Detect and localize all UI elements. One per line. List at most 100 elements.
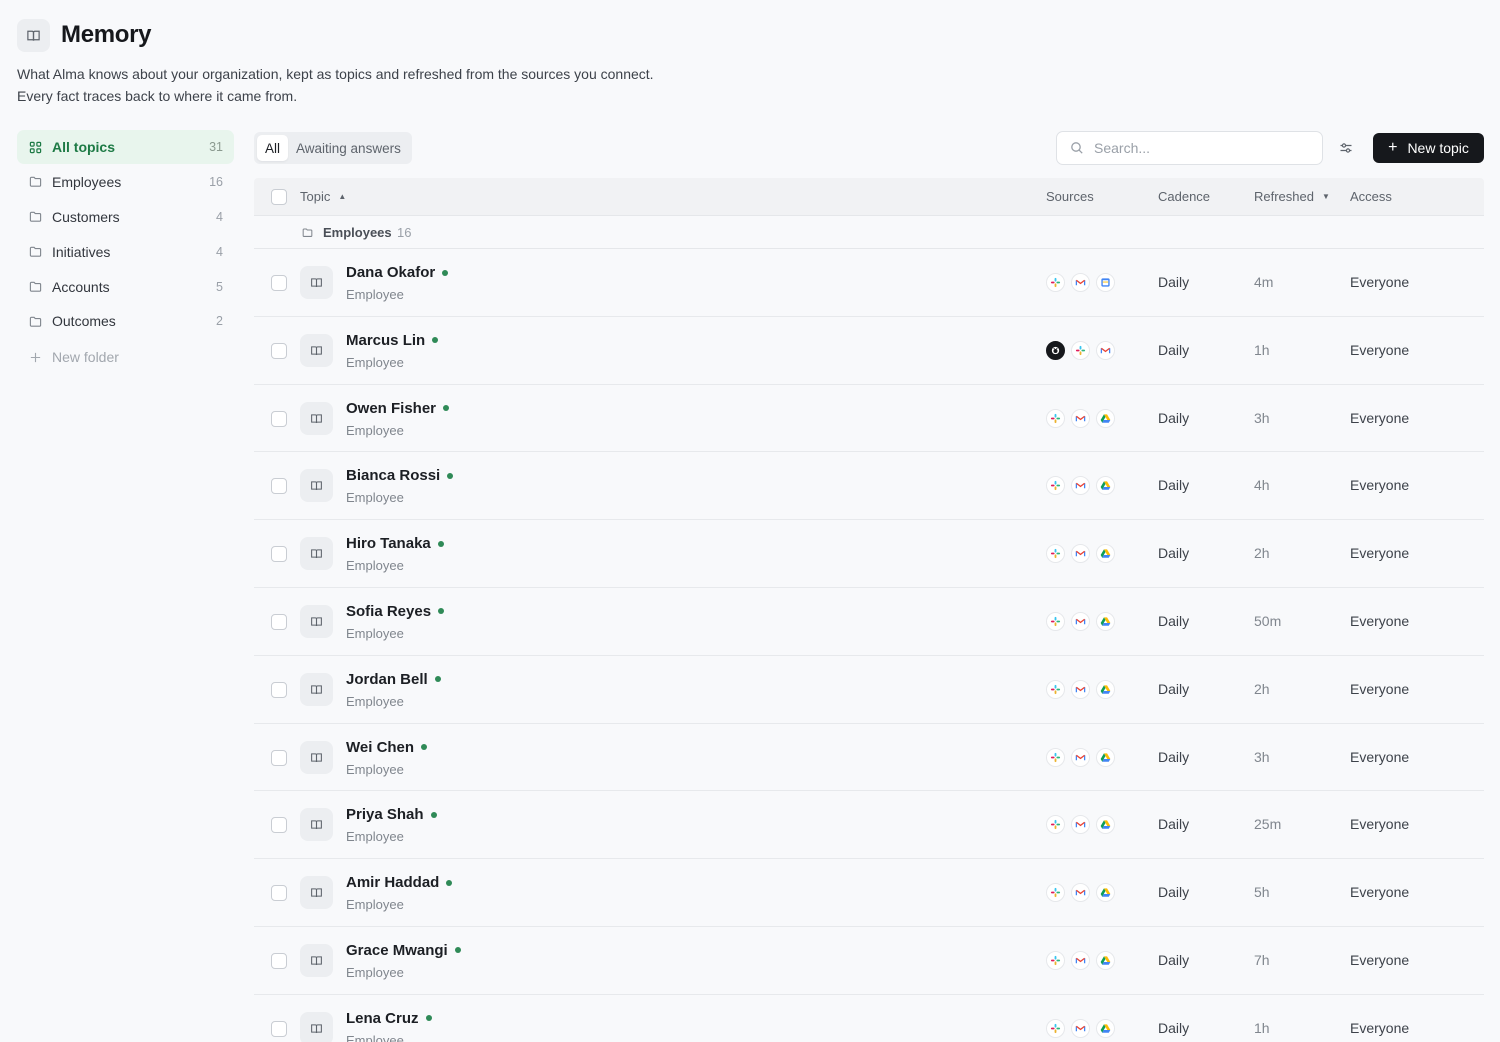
row-checkbox[interactable] [271, 952, 287, 969]
table-header: Topic ▲ Sources Cadence Refreshed ▼ Acce… [254, 178, 1484, 216]
column-sources[interactable]: Sources [1046, 189, 1094, 204]
sidebar-item-initiatives[interactable]: Initiatives 4 [17, 235, 234, 269]
column-refreshed-label: Refreshed [1254, 189, 1314, 204]
gmail-icon[interactable] [1071, 883, 1090, 903]
column-refreshed[interactable]: Refreshed ▼ [1254, 189, 1330, 204]
new-folder-button[interactable]: New folder [17, 340, 234, 374]
table-row[interactable]: Lena Cruz Employee Daily 1h Everyone [254, 995, 1484, 1042]
row-checkbox[interactable] [271, 546, 287, 563]
row-checkbox[interactable] [271, 410, 287, 427]
table-row[interactable]: Sofia Reyes Employee Daily 50m Everyone [254, 588, 1484, 656]
topic-name-text: Dana Okafor [346, 264, 436, 281]
column-topic[interactable]: Topic ▲ [300, 189, 346, 204]
table-row[interactable]: Priya Shah Employee Daily 25m Everyone [254, 791, 1484, 860]
search-input[interactable] [1094, 140, 1294, 156]
drive-icon[interactable] [1096, 476, 1115, 496]
slack-icon[interactable] [1046, 408, 1065, 428]
slack-icon[interactable] [1046, 950, 1065, 970]
filter-settings-button[interactable] [1337, 139, 1355, 157]
github-icon[interactable] [1046, 340, 1065, 360]
gmail-icon[interactable] [1071, 815, 1090, 835]
slack-icon[interactable] [1071, 340, 1090, 360]
sources-list [1046, 747, 1115, 767]
row-checkbox[interactable] [271, 342, 287, 359]
topic-name[interactable]: Lena Cruz [346, 1010, 432, 1027]
drive-icon[interactable] [1096, 950, 1115, 970]
slack-icon[interactable] [1046, 1018, 1065, 1038]
row-checkbox[interactable] [271, 817, 287, 834]
row-checkbox[interactable] [271, 681, 287, 698]
new-topic-button[interactable]: + New topic [1373, 133, 1484, 163]
table-row[interactable]: Hiro Tanaka Employee Daily 2h Everyone [254, 520, 1484, 588]
column-access[interactable]: Access [1350, 189, 1392, 204]
sidebar-item-customers[interactable]: Customers 4 [17, 200, 234, 234]
table-row[interactable]: Bianca Rossi Employee Daily 4h Everyone [254, 452, 1484, 521]
calendar-icon[interactable] [1096, 273, 1115, 292]
table-row[interactable]: Marcus Lin Employee Daily 1h Everyone [254, 317, 1484, 385]
table-row[interactable]: Jordan Bell Employee Daily 2h Everyone [254, 656, 1484, 724]
gmail-icon[interactable] [1071, 1018, 1090, 1038]
drive-icon[interactable] [1096, 883, 1115, 903]
row-checkbox[interactable] [271, 1020, 287, 1037]
gmail-icon[interactable] [1071, 679, 1090, 699]
topic-name[interactable]: Sofia Reyes [346, 603, 445, 620]
table-row[interactable]: Grace Mwangi Employee Daily 7h Everyone [254, 927, 1484, 995]
topic-name-text: Amir Haddad [346, 874, 440, 892]
slack-icon[interactable] [1046, 747, 1065, 767]
gmail-icon[interactable] [1071, 476, 1090, 496]
drive-icon[interactable] [1096, 815, 1115, 835]
topic-name[interactable]: Priya Shah [346, 806, 437, 823]
topic-name[interactable]: Owen Fisher [346, 400, 450, 417]
topic-name[interactable]: Jordan Bell [346, 671, 441, 688]
sidebar-item-accounts[interactable]: Accounts 5 [17, 270, 234, 304]
drive-icon[interactable] [1096, 544, 1115, 564]
tab-all[interactable]: All [257, 135, 289, 161]
gmail-icon[interactable] [1071, 273, 1090, 292]
row-checkbox[interactable] [271, 749, 287, 766]
slack-icon[interactable] [1046, 476, 1065, 496]
topic-name[interactable]: Wei Chen [346, 739, 428, 756]
topic-name[interactable]: Bianca Rossi [346, 467, 454, 484]
topic-name[interactable]: Dana Okafor [346, 264, 449, 281]
gmail-icon[interactable] [1071, 544, 1090, 564]
row-checkbox[interactable] [271, 275, 287, 291]
access-cell: Everyone [1350, 816, 1410, 833]
gmail-icon[interactable] [1096, 340, 1115, 360]
gmail-icon[interactable] [1071, 747, 1090, 767]
folder-icon [28, 175, 42, 189]
sidebar-item-all-topics[interactable]: All topics 31 [17, 130, 234, 164]
column-cadence[interactable]: Cadence [1158, 189, 1210, 204]
topic-name[interactable]: Grace Mwangi [346, 942, 461, 959]
slack-icon[interactable] [1046, 679, 1065, 699]
table-row[interactable]: Amir Haddad Employee Daily 5h Everyone [254, 859, 1484, 927]
gmail-icon[interactable] [1071, 408, 1090, 428]
topic-name[interactable]: Marcus Lin [346, 332, 439, 349]
drive-icon[interactable] [1096, 408, 1115, 428]
drive-icon[interactable] [1096, 1018, 1115, 1038]
drive-icon[interactable] [1096, 747, 1115, 767]
slack-icon[interactable] [1046, 611, 1065, 631]
slack-icon[interactable] [1046, 883, 1065, 903]
slack-icon[interactable] [1046, 815, 1065, 835]
group-header-employees[interactable]: Employees 16 [254, 216, 1484, 249]
gmail-icon[interactable] [1071, 950, 1090, 970]
grid-icon [28, 140, 42, 154]
row-checkbox[interactable] [271, 885, 287, 902]
row-checkbox[interactable] [271, 613, 287, 630]
drive-icon[interactable] [1096, 611, 1115, 631]
topic-name[interactable]: Amir Haddad [346, 874, 453, 892]
slack-icon[interactable] [1046, 544, 1065, 564]
slack-icon[interactable] [1046, 273, 1065, 292]
select-all-checkbox[interactable] [271, 189, 287, 205]
topic-name[interactable]: Hiro Tanaka [346, 535, 444, 552]
access-cell: Everyone [1350, 612, 1410, 629]
tab-awaiting-answers[interactable]: Awaiting answers [288, 135, 409, 161]
drive-icon[interactable] [1096, 679, 1115, 699]
sidebar-item-outcomes[interactable]: Outcomes 2 [17, 304, 234, 338]
row-checkbox[interactable] [271, 478, 287, 495]
gmail-icon[interactable] [1071, 611, 1090, 631]
table-row[interactable]: Dana Okafor Employee Daily 4m Everyone [254, 249, 1484, 317]
table-row[interactable]: Owen Fisher Employee Daily 3h Everyone [254, 385, 1484, 453]
table-row[interactable]: Wei Chen Employee Daily 3h Everyone [254, 724, 1484, 792]
sidebar-item-employees[interactable]: Employees 16 [17, 165, 234, 199]
